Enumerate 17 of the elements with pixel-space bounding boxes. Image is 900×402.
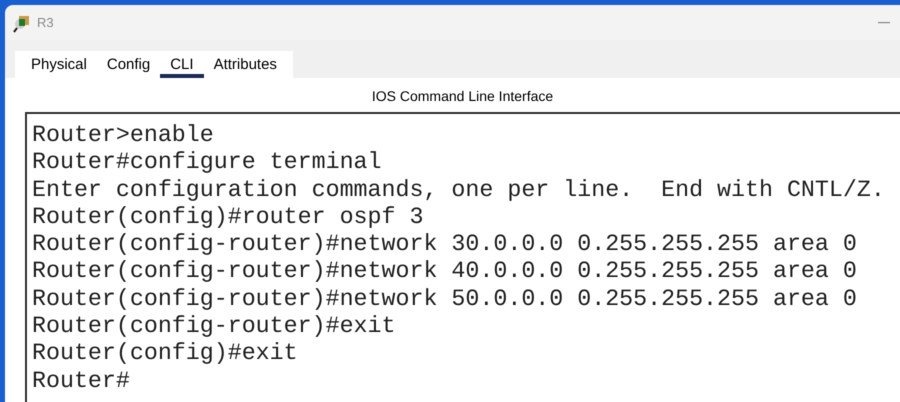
terminal-line: Router# xyxy=(32,368,131,395)
terminal-line: Router(config)#router ospf 3 xyxy=(32,204,424,232)
tab[interactable]: Physical xyxy=(21,51,97,78)
terminal-line: Router(config-router)#network 50.0.0.0 0.255.255.255 area 0 xyxy=(32,286,858,314)
terminal-line: Router#configure terminal xyxy=(32,149,383,177)
terminal-line: Router(config-router)#network 40.0.0.0 0.255.255.255 area 0 xyxy=(32,258,858,286)
tab[interactable]: Attributes xyxy=(204,51,287,78)
terminal-line: Enter configuration commands, one per line. End with CNTL/Z. xyxy=(32,176,886,204)
terminal-console[interactable] xyxy=(25,112,900,402)
minimize-icon[interactable] xyxy=(878,22,890,24)
terminal-line: Router(config-router)#exit xyxy=(32,313,396,340)
terminal-line: Router>enable xyxy=(32,122,215,150)
terminal-line: Router(config)#exit xyxy=(32,340,299,368)
tab[interactable]: Config xyxy=(96,51,160,78)
window-title: R3 xyxy=(37,15,54,30)
terminal-line: Router(config-router)#network 30.0.0.0 0.255.255.255 area 0 xyxy=(32,231,858,258)
panel-title: IOS Command Line Interface xyxy=(370,87,554,106)
